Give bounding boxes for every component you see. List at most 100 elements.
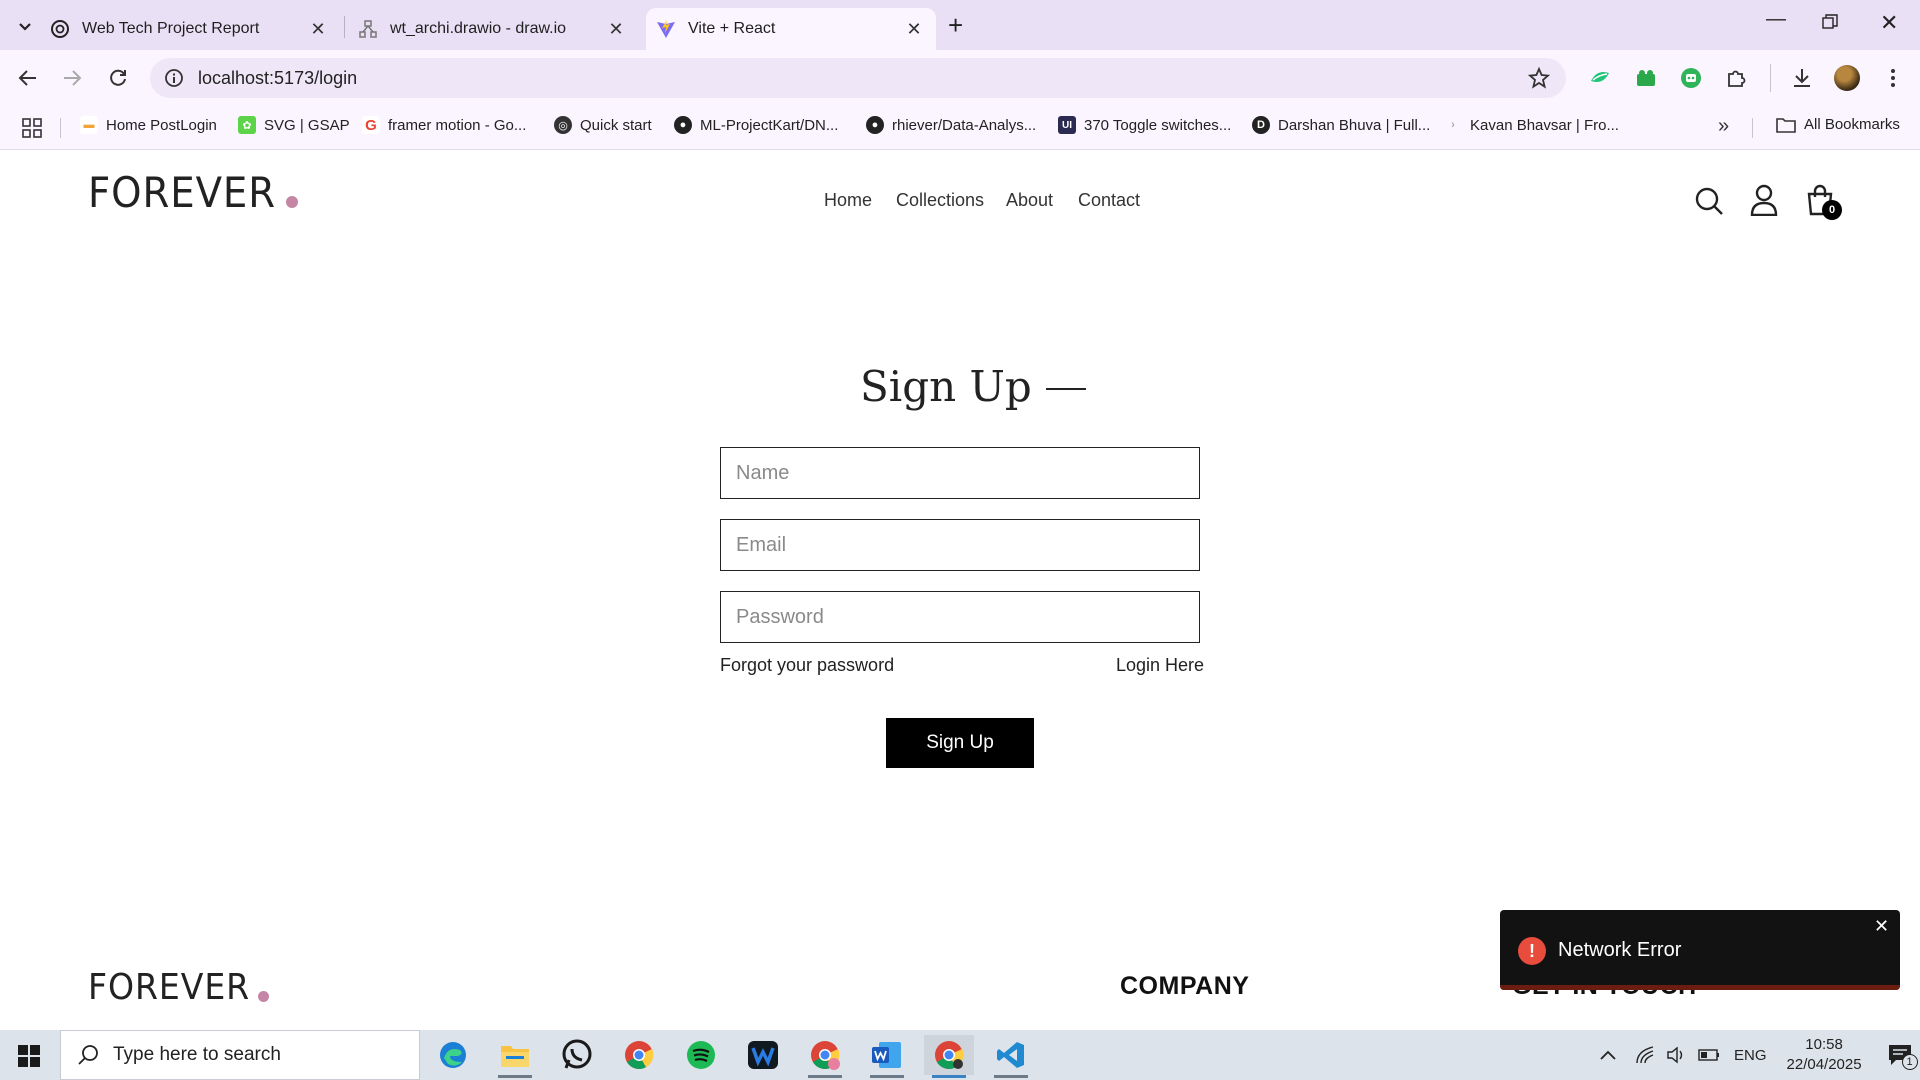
menu-kebab-icon[interactable] (1877, 62, 1909, 94)
heading-dash (1045, 387, 1086, 390)
taskbar-chrome-active[interactable] (924, 1035, 974, 1078)
new-tab-button[interactable]: + (948, 10, 963, 41)
nav-home[interactable]: Home (824, 190, 872, 211)
restore-button[interactable] (1822, 14, 1838, 35)
bookmark-star-icon[interactable] (1527, 66, 1551, 94)
bookmark-toggle-switches[interactable]: UI 370 Toggle switches... (1058, 116, 1231, 134)
bookmark-framer-motion[interactable]: G framer motion - Go... (362, 116, 526, 134)
close-icon: ✕ (1880, 10, 1899, 35)
chevron-up-icon[interactable] (1600, 1050, 1616, 1060)
extensions-puzzle-icon[interactable] (1720, 62, 1752, 94)
email-field[interactable] (720, 519, 1200, 571)
bookmark-svg-gsap[interactable]: ✿ SVG | GSAP (238, 116, 350, 134)
error-icon: ! (1518, 937, 1546, 965)
battery-icon[interactable] (1698, 1048, 1720, 1062)
close-tab-icon[interactable]: ✕ (606, 19, 626, 40)
footer-logo: FOREVER (88, 970, 270, 1006)
name-field[interactable] (720, 447, 1200, 499)
tab-vite-react[interactable]: Vite + React ✕ (646, 8, 936, 50)
taskbar-vscode[interactable] (986, 1035, 1036, 1078)
taskbar-whatsapp[interactable] (552, 1035, 602, 1075)
close-tab-icon[interactable]: ✕ (904, 19, 924, 40)
volume-icon[interactable] (1666, 1046, 1686, 1064)
drawio-icon (358, 19, 378, 39)
taskbar-word[interactable] (862, 1035, 912, 1078)
toast-close-icon[interactable]: ✕ (1874, 916, 1889, 937)
password-field[interactable] (720, 591, 1200, 643)
clock[interactable]: 10:58 22/04/2025 (1787, 1035, 1862, 1075)
apps-grid-icon[interactable] (22, 118, 42, 142)
postlogin-icon: ▬ (80, 116, 98, 134)
notifications-button[interactable]: 1 (1888, 1044, 1918, 1070)
tab-web-tech-project-report[interactable]: Web Tech Project Report ✕ (50, 8, 340, 50)
kavan-icon: › (1451, 119, 1455, 131)
forgot-password-link[interactable]: Forgot your password (720, 655, 894, 676)
folder-icon (1776, 117, 1796, 133)
tab-title: Vite + React (688, 20, 776, 37)
chrome-icon (625, 1041, 654, 1069)
forward-button[interactable] (56, 62, 88, 94)
bookmark-darshan-bhuva[interactable]: D Darshan Bhuva | Full... (1252, 116, 1430, 134)
running-indicator (994, 1075, 1028, 1078)
back-button[interactable] (12, 62, 44, 94)
tab-list-dropdown[interactable] (12, 14, 38, 40)
close-window-button[interactable]: ✕ (1880, 10, 1898, 36)
taskbar-webex[interactable] (738, 1035, 788, 1075)
error-toast: ! Network Error ✕ (1500, 910, 1900, 990)
windows-taskbar: Type here to search ENG 10:58 22/04/2025… (0, 1030, 1920, 1080)
site-info-icon[interactable] (164, 68, 184, 88)
taskbar-edge[interactable] (428, 1035, 478, 1075)
taskbar-file-explorer[interactable] (490, 1035, 540, 1078)
vscode-icon (997, 1042, 1024, 1068)
network-icon[interactable] (1636, 1046, 1654, 1064)
start-button[interactable] (18, 1045, 40, 1072)
more-bookmarks-icon[interactable]: » (1718, 115, 1729, 138)
browser-toolbar: localhost:5173/login (0, 50, 1920, 106)
tab-drawio[interactable]: wt_archi.drawio - draw.io ✕ (348, 8, 638, 50)
nav-collections[interactable]: Collections (896, 190, 984, 211)
taskbar-search-box[interactable]: Type here to search (60, 1030, 420, 1080)
bookmark-quick-start[interactable]: ◎ Quick start (554, 116, 652, 134)
bookmark-home-postlogin[interactable]: ▬ Home PostLogin (80, 116, 217, 134)
word-icon (872, 1042, 901, 1068)
browser-tab-bar: Web Tech Project Report ✕ wt_archi.drawi… (0, 0, 1920, 50)
file-explorer-icon (501, 1046, 529, 1067)
downloads-icon[interactable] (1786, 62, 1818, 94)
all-bookmarks-button[interactable]: All Bookmarks (1776, 116, 1900, 133)
profile-avatar-icon[interactable] (1831, 62, 1863, 94)
edge-icon (440, 1042, 466, 1068)
running-indicator (932, 1075, 966, 1078)
bookmark-kavan-bhavsar[interactable]: › Kavan Bhavsar | Fro... (1444, 116, 1619, 134)
nav-about[interactable]: About (1006, 190, 1053, 211)
cart-button[interactable]: 0 (1806, 184, 1846, 224)
nav-contact[interactable]: Contact (1078, 190, 1140, 211)
bookmarks-divider (60, 118, 61, 138)
gsap-icon: ✿ (238, 116, 256, 134)
plus-icon: + (948, 10, 964, 40)
taskbar-chrome-profile[interactable] (800, 1035, 850, 1078)
notification-count: 1 (1901, 1054, 1918, 1070)
reload-button[interactable] (102, 62, 134, 94)
profile-button[interactable] (1750, 184, 1778, 221)
minimize-button[interactable]: — (1766, 8, 1786, 31)
webex-icon (748, 1041, 778, 1069)
footer-company-heading: COMPANY (1120, 972, 1250, 1000)
taskbar-chrome[interactable] (614, 1035, 664, 1075)
vite-icon (656, 19, 676, 39)
login-here-link[interactable]: Login Here (1116, 655, 1204, 676)
taskbar-spotify[interactable] (676, 1035, 726, 1075)
minimize-icon: — (1766, 8, 1786, 30)
site-logo[interactable]: FOREVER (88, 172, 299, 214)
sign-up-button[interactable]: Sign Up (886, 718, 1034, 768)
bookmark-ml-projectkart[interactable]: ● ML-ProjectKart/DN... (674, 116, 838, 134)
github-icon: ● (674, 116, 692, 134)
extension-2-icon[interactable] (1630, 62, 1662, 94)
language-indicator[interactable]: ENG (1734, 1047, 1767, 1064)
close-tab-icon[interactable]: ✕ (308, 19, 328, 40)
search-button[interactable] (1694, 186, 1724, 221)
address-bar[interactable]: localhost:5173/login (150, 58, 1566, 98)
bookmark-rhiever-data-analysis[interactable]: ● rhiever/Data-Analys... (866, 116, 1036, 134)
bookmarks-divider (1752, 118, 1753, 138)
extension-3-icon[interactable] (1675, 62, 1707, 94)
extension-1-icon[interactable] (1584, 62, 1616, 94)
